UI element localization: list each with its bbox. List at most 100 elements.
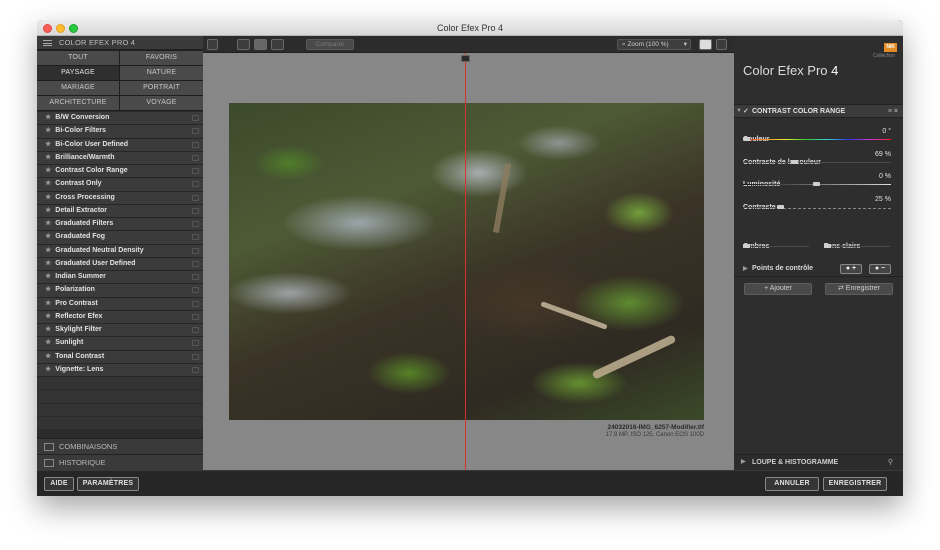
filter-preset-icon[interactable] xyxy=(192,366,199,373)
favorite-star-icon[interactable]: ★ xyxy=(45,127,51,134)
pin-icon[interactable]: ⚲ xyxy=(888,455,893,470)
category-architecture[interactable]: ARCHITECTURE xyxy=(37,96,119,110)
filter-preset-icon[interactable] xyxy=(192,194,199,201)
filter-preset-icon[interactable] xyxy=(192,313,199,320)
filter-preset-icon[interactable] xyxy=(192,300,199,307)
close-window-button[interactable] xyxy=(43,24,52,33)
filter-preset-icon[interactable] xyxy=(192,287,199,294)
filter-preset-icon[interactable] xyxy=(192,115,199,121)
filter-item[interactable]: ★ Cross Processing xyxy=(37,191,203,205)
luminosite-slider[interactable]: Luminosité 0 % xyxy=(743,173,893,193)
split-line-handle[interactable] xyxy=(461,55,470,62)
filter-item[interactable]: ★ Graduated User Defined xyxy=(37,257,203,271)
contraste-couleur-knob[interactable] xyxy=(791,160,798,164)
control-points-row[interactable]: ▶ Points de contrôle ● + ● − xyxy=(734,261,903,277)
favorite-star-icon[interactable]: ★ xyxy=(45,114,51,121)
favorite-star-icon[interactable]: ★ xyxy=(45,313,51,320)
filter-item[interactable]: ★ Bi-Color Filters xyxy=(37,125,203,139)
filter-preset-icon[interactable] xyxy=(192,247,199,254)
settings-button[interactable]: PARAMÈTRES xyxy=(77,477,139,491)
tons-clairs-knob[interactable] xyxy=(824,244,831,248)
compare-button[interactable]: Comparer xyxy=(306,39,354,50)
favorite-star-icon[interactable]: ★ xyxy=(45,300,51,307)
collapse-triangle-icon[interactable]: ▼ xyxy=(736,105,742,118)
filter-preset-icon[interactable] xyxy=(192,353,199,360)
add-negative-point-button[interactable]: ● − xyxy=(869,264,891,274)
expand-triangle-icon[interactable]: ▶ xyxy=(743,261,748,277)
favorite-star-icon[interactable]: ★ xyxy=(45,180,51,187)
zoom-window-button[interactable] xyxy=(69,24,78,33)
category-paysage[interactable]: PAYSAGE xyxy=(37,66,119,80)
filter-item[interactable]: ★ Detail Extractor xyxy=(37,204,203,218)
ombres-knob[interactable] xyxy=(743,244,750,248)
checkmark-icon[interactable]: ✓ xyxy=(743,105,749,118)
zoom-select[interactable]: ⌕ Zoom (100 %) ▾ xyxy=(617,39,691,50)
tons-clairs-slider[interactable]: Tons clairs xyxy=(824,235,894,255)
favorite-star-icon[interactable]: ★ xyxy=(45,353,51,360)
filter-item[interactable]: ★ Vignette: Lens xyxy=(37,363,203,377)
toggle-left-panel-icon[interactable] xyxy=(207,39,218,50)
filter-preset-icon[interactable] xyxy=(192,260,199,267)
contraste-knob[interactable] xyxy=(777,205,784,209)
filter-preset-icon[interactable] xyxy=(192,154,199,161)
single-view-icon[interactable] xyxy=(237,39,250,50)
filter-item[interactable]: ★ Reflector Efex xyxy=(37,310,203,324)
category-mariage[interactable]: MARIAGE xyxy=(37,81,119,95)
toggle-right-panel-icon[interactable] xyxy=(716,39,727,50)
category-voyage[interactable]: VOYAGE xyxy=(120,96,203,110)
couleur-knob[interactable] xyxy=(743,137,750,141)
preview-image[interactable] xyxy=(229,103,704,420)
filter-item[interactable]: ★ Indian Summer xyxy=(37,271,203,285)
combinations-section[interactable]: COMBINAISONS xyxy=(37,438,203,454)
category-portrait[interactable]: PORTRAIT xyxy=(120,81,203,95)
filter-item[interactable]: ★ Bi-Color User Defined xyxy=(37,138,203,152)
filter-item[interactable]: ★ Brilliance/Warmth xyxy=(37,151,203,165)
category-nature[interactable]: NATURE xyxy=(120,66,203,80)
active-filter-header[interactable]: ▼ ✓ CONTRAST COLOR RANGE ≡ × xyxy=(734,104,903,118)
history-section[interactable]: HISTORIQUE xyxy=(37,454,203,470)
filter-preset-icon[interactable] xyxy=(192,221,199,227)
couleur-slider[interactable]: Couleur 0 ° xyxy=(743,128,893,148)
category-favoris[interactable]: FAVORIS xyxy=(120,51,203,65)
filter-browser-header[interactable]: COLOR EFEX PRO 4 xyxy=(37,36,203,50)
save-recipe-button[interactable]: ⇄ Enregistrer xyxy=(825,283,893,295)
luminosite-knob[interactable] xyxy=(813,182,820,186)
filter-item[interactable]: ★ Graduated Neutral Density xyxy=(37,244,203,258)
filter-item[interactable]: ★ Polarization xyxy=(37,284,203,298)
ombres-slider[interactable]: Ombres xyxy=(743,235,813,255)
filter-item[interactable]: ★ Graduated Fog xyxy=(37,231,203,245)
background-color-icon[interactable] xyxy=(699,39,712,50)
add-filter-button[interactable]: + Ajouter xyxy=(744,283,812,295)
filter-preset-icon[interactable] xyxy=(192,234,199,241)
split-preview-line[interactable] xyxy=(465,53,466,470)
filter-preset-icon[interactable] xyxy=(192,128,199,135)
filter-preset-icon[interactable] xyxy=(192,274,199,280)
minimize-window-button[interactable] xyxy=(56,24,65,33)
filter-item[interactable]: ★ Tonal Contrast xyxy=(37,350,203,364)
filter-item[interactable]: ★ Graduated Filters xyxy=(37,218,203,232)
filter-preset-icon[interactable] xyxy=(192,327,199,333)
filter-item[interactable]: ★ Contrast Color Range xyxy=(37,165,203,179)
contraste-slider[interactable]: Contraste 25 % xyxy=(743,196,893,216)
favorite-star-icon[interactable]: ★ xyxy=(45,220,51,227)
favorite-star-icon[interactable]: ★ xyxy=(45,339,51,346)
favorite-star-icon[interactable]: ★ xyxy=(45,286,51,293)
filter-item[interactable]: ★ Contrast Only xyxy=(37,178,203,192)
filter-preset-icon[interactable] xyxy=(192,181,199,188)
filter-item[interactable]: ★ Sunlight xyxy=(37,337,203,351)
expand-triangle-icon[interactable]: ▶ xyxy=(741,455,746,470)
favorite-star-icon[interactable]: ★ xyxy=(45,154,51,161)
cancel-button[interactable]: ANNULER xyxy=(765,477,819,491)
favorite-star-icon[interactable]: ★ xyxy=(45,273,51,280)
filter-item[interactable]: ★ Pro Contrast xyxy=(37,297,203,311)
favorite-star-icon[interactable]: ★ xyxy=(45,247,51,254)
filter-preset-icon[interactable] xyxy=(192,141,199,148)
category-tout[interactable]: TOUT xyxy=(37,51,119,65)
loupe-histogram-section[interactable]: ▶ LOUPE & HISTOGRAMME ⚲ xyxy=(734,454,903,470)
favorite-star-icon[interactable]: ★ xyxy=(45,366,51,373)
add-positive-point-button[interactable]: ● + xyxy=(840,264,862,274)
favorite-star-icon[interactable]: ★ xyxy=(45,260,51,267)
favorite-star-icon[interactable]: ★ xyxy=(45,233,51,240)
filter-item[interactable]: ★ Skylight Filter xyxy=(37,324,203,338)
filter-preset-icon[interactable] xyxy=(192,168,199,174)
